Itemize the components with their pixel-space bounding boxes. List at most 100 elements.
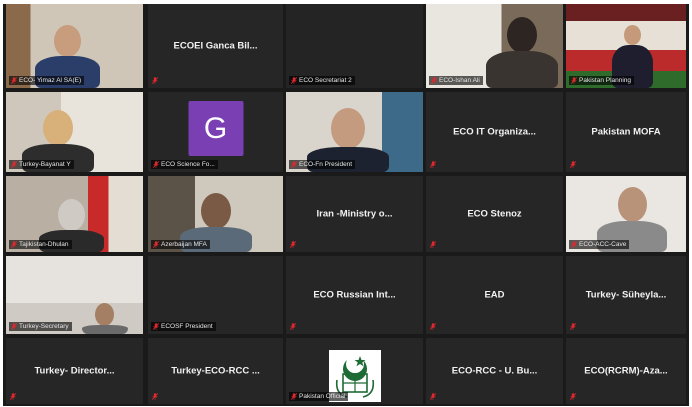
participant-tag-label: ECO- Yimaz Al SA(E) xyxy=(19,77,82,84)
microphone-muted-icon xyxy=(571,77,577,84)
microphone-muted-icon xyxy=(11,241,17,248)
microphone-muted-icon xyxy=(570,393,576,400)
participant-name: Iran -Ministry o... xyxy=(316,208,393,220)
participant-head xyxy=(201,193,231,229)
participant-head xyxy=(624,25,641,45)
microphone-muted-icon xyxy=(11,161,17,168)
microphone-muted-icon xyxy=(153,161,159,168)
participant-tile-r4c2[interactable]: ECOSF President xyxy=(148,256,283,334)
participant-tile-r5c2[interactable]: Turkey-ECO-RCC ... xyxy=(148,338,283,404)
microphone-muted-icon xyxy=(153,323,159,330)
participant-name: Pakistan MOFA xyxy=(591,126,661,138)
participant-tile-r4c5[interactable]: Turkey- Süheyla... xyxy=(566,256,686,334)
participant-name: ECO Russian Int... xyxy=(313,289,396,301)
participant-name-tag: ECO-Ishan Ali xyxy=(429,76,483,85)
participant-name-tag: Pakistan Official xyxy=(289,392,349,401)
participant-tile-r1c4[interactable]: ECO-Ishan Ali xyxy=(426,4,563,88)
participant-tile-r3c5[interactable]: ECO-ACC-Cave xyxy=(566,176,686,252)
participant-tile-r2c3[interactable]: ECO-Fn President xyxy=(286,92,423,172)
participant-tile-r2c4[interactable]: ECO IT Organiza... xyxy=(426,92,563,172)
microphone-muted-icon xyxy=(571,241,577,248)
video-meeting-gallery: ECO- Yimaz Al SA(E) ECOEI Ganca Bil... ECO… xyxy=(3,4,689,406)
participant-tile-r5c5[interactable]: ECO(RCRM)-Aza... xyxy=(566,338,686,404)
microphone-muted-icon xyxy=(11,77,17,84)
participant-tile-r5c1[interactable]: Turkey- Director... xyxy=(6,338,143,404)
participant-tile-r1c1[interactable]: ECO- Yimaz Al SA(E) xyxy=(6,4,143,88)
participant-avatar: G xyxy=(188,101,243,156)
participant-tag-label: Azerbaijan MFA xyxy=(161,241,207,248)
participant-name: EAD xyxy=(484,289,505,301)
microphone-muted-icon xyxy=(10,393,16,400)
participant-tile-r2c2[interactable]: G ECO Science Fo... xyxy=(148,92,283,172)
participant-tile-r1c5[interactable]: Pakistan Planning xyxy=(566,4,686,88)
participant-name-tag: Azerbaijan MFA xyxy=(151,240,210,249)
participant-tag-label: Turkey-Secretary xyxy=(19,323,69,330)
participant-name-tag: ECO-ACC-Cave xyxy=(569,240,630,249)
participant-tile-r3c4[interactable]: ECO Stenoz xyxy=(426,176,563,252)
microphone-muted-icon xyxy=(291,161,297,168)
participant-tile-r3c2[interactable]: Azerbaijan MFA xyxy=(148,176,283,252)
participant-tile-r4c1[interactable]: Turkey-Secretary xyxy=(6,256,143,334)
participant-name: Turkey-ECO-RCC ... xyxy=(171,365,260,377)
participant-tag-label: ECOSF President xyxy=(161,323,213,330)
participant-head xyxy=(331,108,365,149)
participant-name-tag: Turkey-Bayanat Y xyxy=(9,160,74,169)
microphone-muted-icon xyxy=(153,241,159,248)
participant-head xyxy=(95,303,114,326)
participant-name-tag: Pakistan Planning xyxy=(569,76,635,85)
participant-tag-label: ECO-ACC-Cave xyxy=(579,241,627,248)
participant-tag-label: Pakistan Planning xyxy=(579,77,632,84)
microphone-muted-icon xyxy=(290,323,296,330)
participant-tile-r4c3[interactable]: ECO Russian Int... xyxy=(286,256,423,334)
participant-head xyxy=(507,17,537,53)
microphone-muted-icon xyxy=(570,161,576,168)
microphone-muted-icon xyxy=(430,393,436,400)
participant-name: Turkey- Süheyla... xyxy=(585,289,667,301)
participant-head xyxy=(54,25,81,57)
participant-name: ECO Stenoz xyxy=(467,208,522,220)
microphone-muted-icon xyxy=(290,241,296,248)
participant-name-tag: ECO-Fn President xyxy=(289,160,356,169)
participant-name-tag: ECO Secretariat 2 xyxy=(289,76,355,85)
participant-tile-r1c3[interactable]: ECO Secretariat 2 xyxy=(286,4,423,88)
participant-name-tag: ECO- Yimaz Al SA(E) xyxy=(9,76,85,85)
microphone-muted-icon xyxy=(152,77,158,84)
participant-tag-label: Turkey-Bayanat Y xyxy=(19,161,71,168)
participant-tag-label: Tajikistan-Dhulan xyxy=(19,241,69,248)
microphone-muted-icon xyxy=(430,161,436,168)
microphone-muted-icon xyxy=(152,393,158,400)
participant-name-tag: Turkey-Secretary xyxy=(9,322,72,331)
participant-tile-r4c4[interactable]: EAD xyxy=(426,256,563,334)
microphone-muted-icon xyxy=(291,77,297,84)
participant-head xyxy=(43,110,73,146)
participant-name: ECOEI Ganca Bil... xyxy=(173,40,258,52)
microphone-muted-icon xyxy=(430,241,436,248)
participant-tag-label: ECO-Ishan Ali xyxy=(439,77,480,84)
participant-name-tag: ECO Science Fo... xyxy=(151,160,218,169)
participant-body xyxy=(486,51,558,88)
participant-tile-r2c1[interactable]: Turkey-Bayanat Y xyxy=(6,92,143,172)
participant-tile-r5c3[interactable]: Pakistan Official xyxy=(286,338,423,404)
participant-tile-r3c3[interactable]: Iran -Ministry o... xyxy=(286,176,423,252)
microphone-muted-icon xyxy=(570,323,576,330)
participant-tag-label: ECO-Fn President xyxy=(299,161,353,168)
participant-name: ECO(RCRM)-Aza... xyxy=(584,365,668,377)
participant-tile-r2c5[interactable]: Pakistan MOFA xyxy=(566,92,686,172)
participant-head xyxy=(58,199,85,231)
participant-name: Turkey- Director... xyxy=(34,365,115,377)
participant-head xyxy=(618,187,647,222)
microphone-muted-icon xyxy=(11,323,17,330)
microphone-muted-icon xyxy=(430,323,436,330)
microphone-muted-icon xyxy=(291,393,297,400)
participant-tile-r3c1[interactable]: Tajikistan-Dhulan xyxy=(6,176,143,252)
participant-tag-label: ECO Science Fo... xyxy=(161,161,215,168)
participant-name-tag: Tajikistan-Dhulan xyxy=(9,240,72,249)
participant-tile-r5c4[interactable]: ECO-RCC - U. Bu... xyxy=(426,338,563,404)
participant-tag-label: Pakistan Official xyxy=(299,393,346,400)
participant-name-tag: ECOSF President xyxy=(151,322,216,331)
microphone-muted-icon xyxy=(431,77,437,84)
participant-body xyxy=(82,325,128,334)
participant-tag-label: ECO Secretariat 2 xyxy=(299,77,352,84)
participant-tile-r1c2[interactable]: ECOEI Ganca Bil... xyxy=(148,4,283,88)
participant-name: ECO-RCC - U. Bu... xyxy=(451,365,538,377)
